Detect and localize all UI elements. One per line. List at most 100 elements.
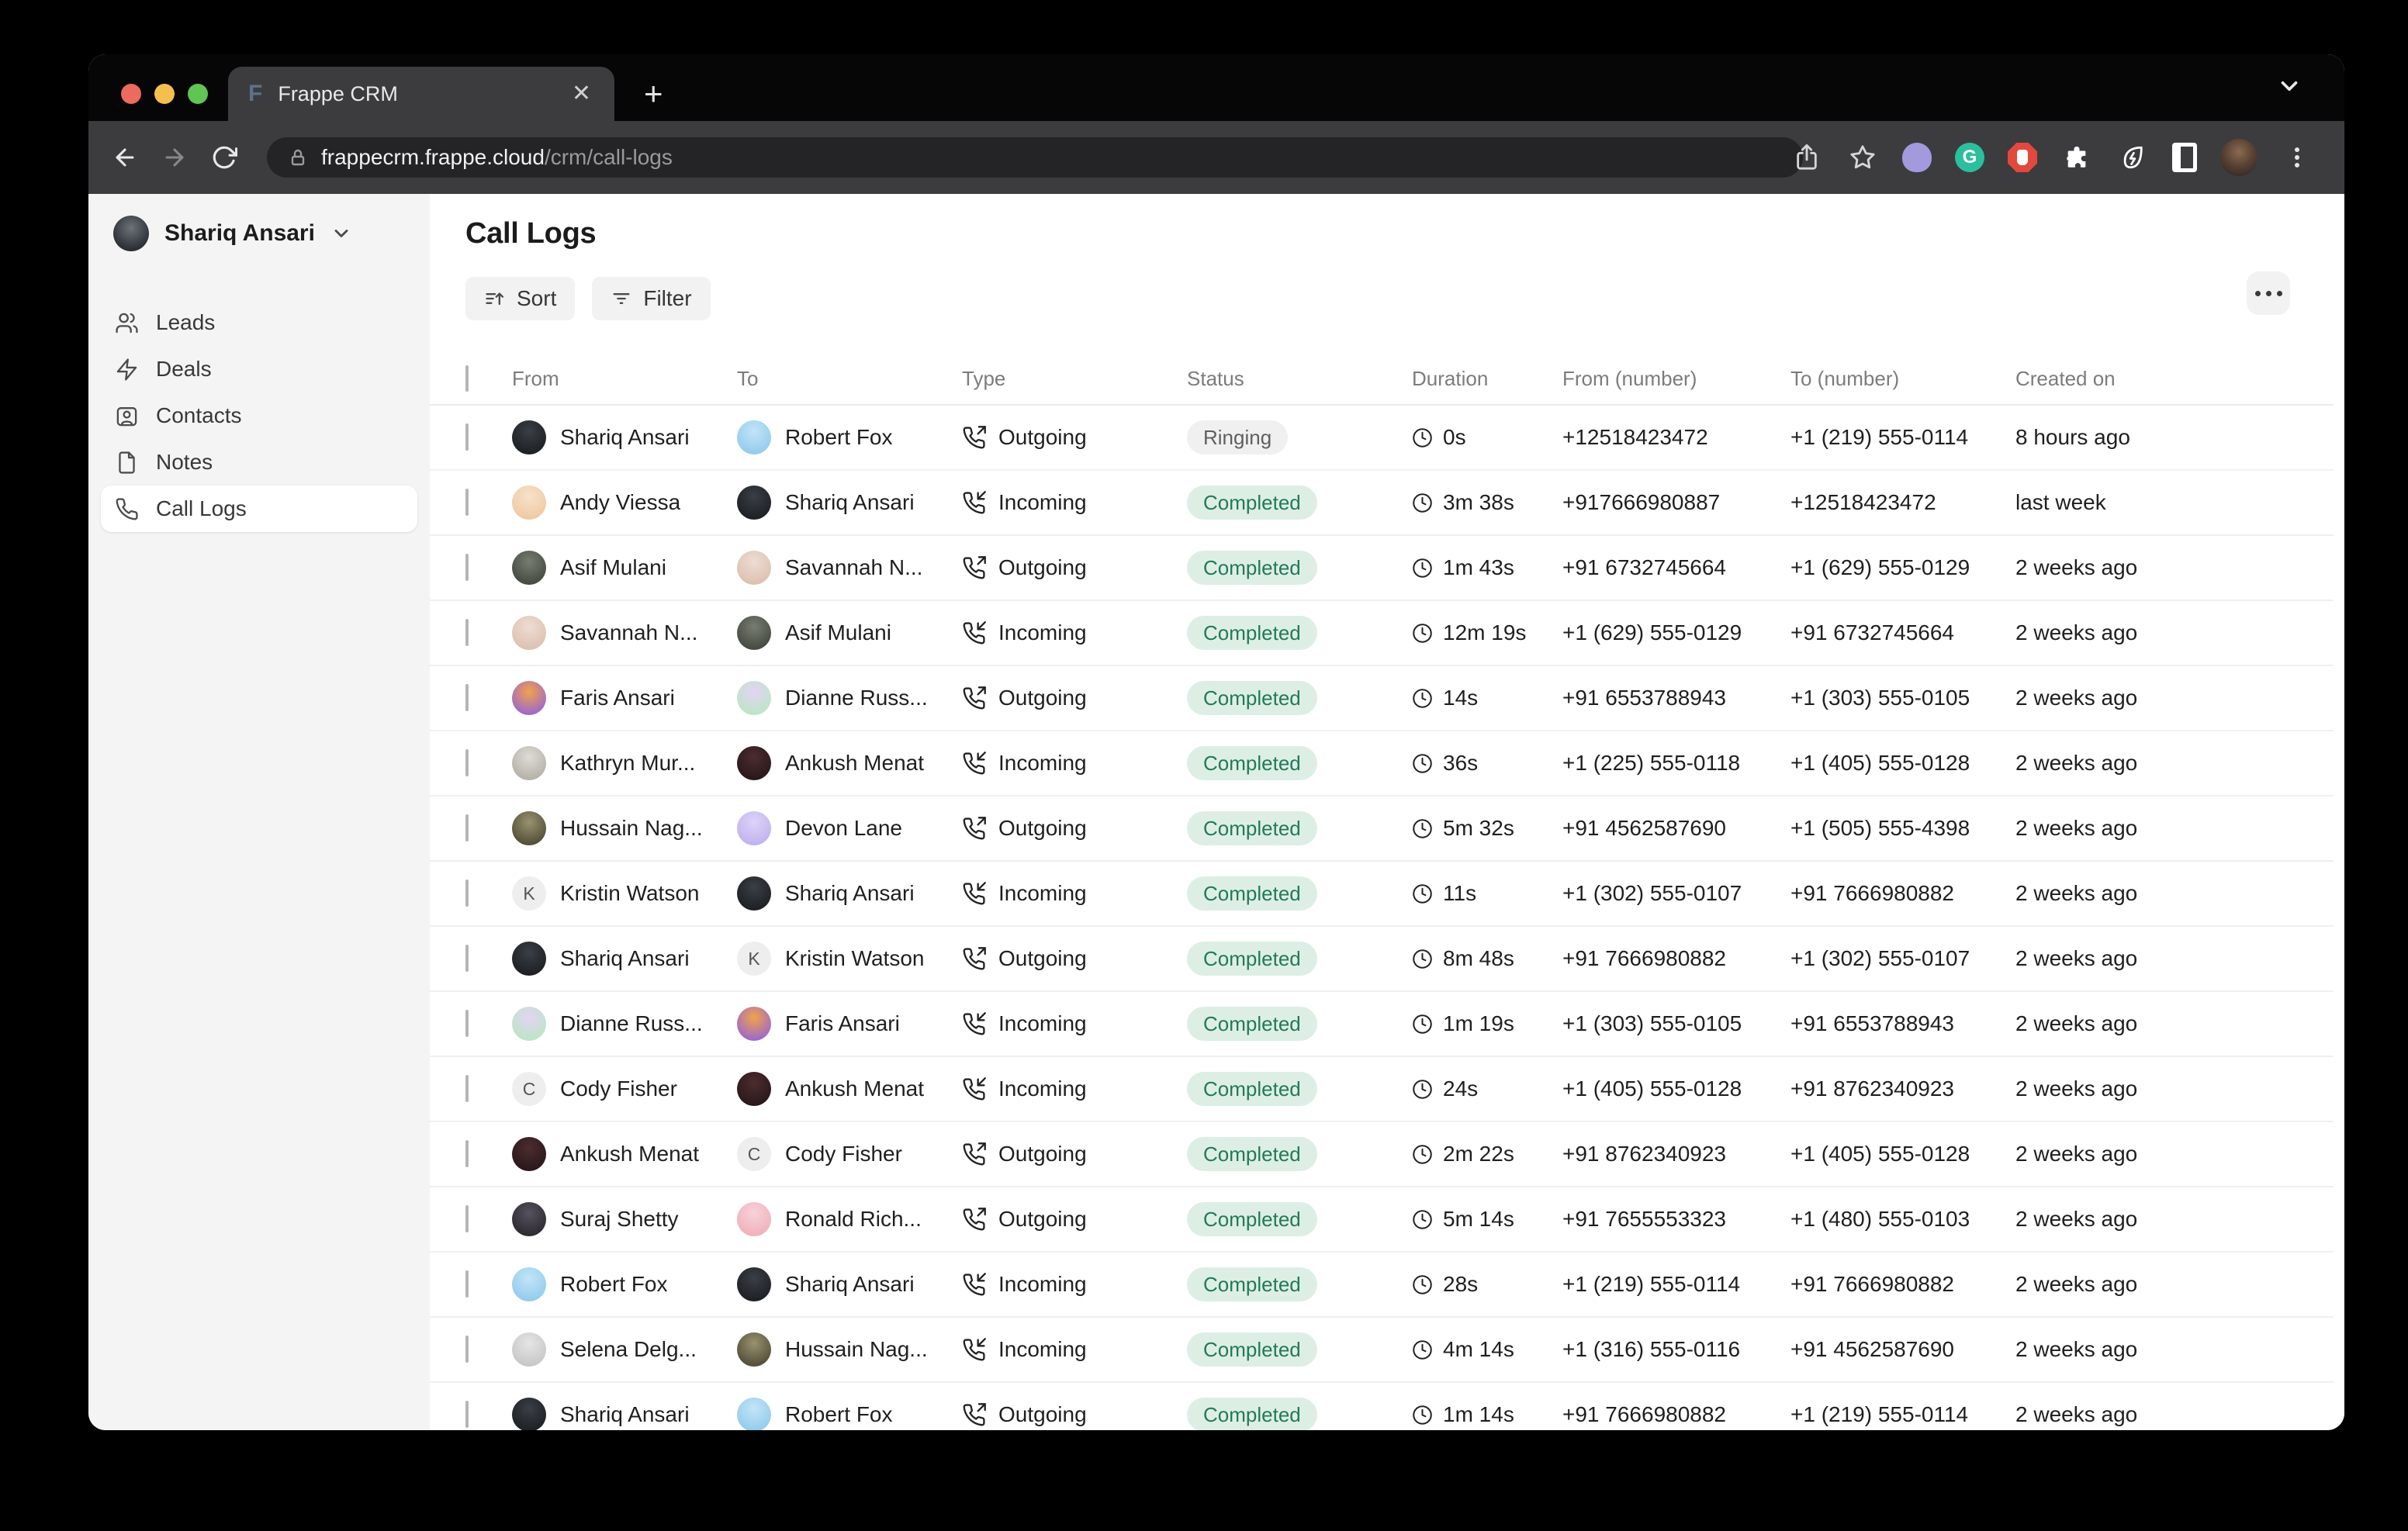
sidebar-item-notes[interactable]: Notes bbox=[101, 439, 417, 486]
sort-button[interactable]: Sort bbox=[465, 277, 575, 320]
created-on: 2 weeks ago bbox=[2015, 1272, 2334, 1297]
chevron-down-icon[interactable] bbox=[2276, 73, 2302, 103]
type-cell: Outgoing bbox=[962, 686, 1187, 710]
from-number: +1 (302) 555-0107 bbox=[1562, 881, 1790, 906]
close-window-button[interactable] bbox=[121, 84, 141, 104]
table-row[interactable]: Shariq AnsariKKristin WatsonOutgoingComp… bbox=[430, 927, 2334, 992]
more-options-button[interactable] bbox=[2247, 271, 2290, 315]
status-badge: Completed bbox=[1187, 551, 1317, 585]
from-cell: Shariq Ansari bbox=[512, 420, 737, 454]
status-badge: Completed bbox=[1187, 681, 1317, 715]
sidebar-item-deals[interactable]: Deals bbox=[101, 346, 417, 392]
clock-icon bbox=[1412, 427, 1433, 448]
to-name: Robert Fox bbox=[785, 425, 893, 450]
reader-mode-icon[interactable] bbox=[2172, 143, 2197, 172]
from-name: Cody Fisher bbox=[560, 1077, 677, 1101]
filter-button[interactable]: Filter bbox=[592, 277, 710, 320]
table-row[interactable]: KKristin WatsonShariq AnsariIncomingComp… bbox=[430, 862, 2334, 927]
sidebar-item-leads[interactable]: Leads bbox=[101, 299, 417, 346]
kebab-menu-icon[interactable] bbox=[2281, 141, 2313, 174]
new-tab-button[interactable]: + bbox=[644, 78, 663, 110]
duration-cell: 24s bbox=[1412, 1077, 1562, 1101]
column-header-from[interactable]: From bbox=[512, 367, 737, 391]
column-header-created-on[interactable]: Created on bbox=[2015, 367, 2334, 391]
table-row[interactable]: Robert FoxShariq AnsariIncomingCompleted… bbox=[430, 1253, 2334, 1318]
select-all-checkbox[interactable] bbox=[465, 365, 469, 392]
sidebar-item-call-logs[interactable]: Call Logs bbox=[101, 486, 417, 532]
row-checkbox[interactable] bbox=[465, 1140, 469, 1167]
table-row[interactable]: Selena Delg...Hussain Nag...IncomingComp… bbox=[430, 1318, 2334, 1383]
column-header-status[interactable]: Status bbox=[1187, 367, 1412, 391]
table-row[interactable]: Suraj ShettyRonald Rich...OutgoingComple… bbox=[430, 1187, 2334, 1253]
column-header-to[interactable]: To bbox=[737, 367, 962, 391]
puzzle-extensions-icon[interactable] bbox=[2060, 141, 2093, 174]
row-select-cell bbox=[465, 425, 512, 450]
from-name: Hussain Nag... bbox=[560, 816, 703, 841]
row-checkbox[interactable] bbox=[465, 1010, 469, 1037]
table-row[interactable]: Savannah N...Asif MulaniIncomingComplete… bbox=[430, 601, 2334, 666]
github-extension-icon[interactable] bbox=[1902, 143, 1932, 172]
tab-close-icon[interactable]: ✕ bbox=[569, 79, 594, 109]
row-checkbox[interactable] bbox=[465, 489, 469, 516]
table-row[interactable]: Faris AnsariDianne Russ...OutgoingComple… bbox=[430, 666, 2334, 731]
column-header-from-number[interactable]: From (number) bbox=[1562, 367, 1790, 391]
browser-tab[interactable]: F Frappe CRM ✕ bbox=[228, 67, 614, 121]
row-checkbox[interactable] bbox=[465, 1205, 469, 1232]
grammarly-extension-icon[interactable]: G bbox=[1955, 143, 1984, 172]
from-number: +91 4562587690 bbox=[1562, 816, 1790, 841]
row-select-cell bbox=[465, 946, 512, 971]
type-label: Outgoing bbox=[998, 555, 1087, 580]
table-row[interactable]: Shariq AnsariRobert FoxOutgoingCompleted… bbox=[430, 1383, 2334, 1430]
from-number: +1 (405) 555-0128 bbox=[1562, 1077, 1790, 1101]
table-row[interactable]: Ankush MenatCCody FisherOutgoingComplete… bbox=[430, 1122, 2334, 1187]
column-header-duration[interactable]: Duration bbox=[1412, 367, 1562, 391]
row-checkbox[interactable] bbox=[465, 814, 469, 842]
row-checkbox[interactable] bbox=[465, 880, 469, 907]
leaf-extension-icon[interactable] bbox=[2116, 141, 2149, 174]
row-checkbox[interactable] bbox=[465, 1270, 469, 1298]
column-header-type[interactable]: Type bbox=[962, 367, 1187, 391]
profile-avatar[interactable] bbox=[2220, 139, 2258, 176]
row-checkbox[interactable] bbox=[465, 619, 469, 646]
back-icon[interactable] bbox=[107, 140, 143, 175]
row-checkbox[interactable] bbox=[465, 423, 469, 451]
to-cell: Devon Lane bbox=[737, 811, 962, 845]
table-row[interactable]: CCody FisherAnkush MenatIncomingComplete… bbox=[430, 1057, 2334, 1122]
type-label: Incoming bbox=[998, 1272, 1087, 1297]
duration-cell: 28s bbox=[1412, 1272, 1562, 1297]
table-row[interactable]: Hussain Nag...Devon LaneOutgoingComplete… bbox=[430, 797, 2334, 862]
column-header-to-number[interactable]: To (number) bbox=[1790, 367, 2015, 391]
row-checkbox[interactable] bbox=[465, 749, 469, 776]
from-cell: Shariq Ansari bbox=[512, 1398, 737, 1430]
zoom-window-button[interactable] bbox=[188, 84, 208, 104]
row-checkbox[interactable] bbox=[465, 945, 469, 972]
sidebar-item-contacts[interactable]: Contacts bbox=[101, 392, 417, 439]
share-icon[interactable] bbox=[1790, 141, 1823, 174]
adblock-extension-icon[interactable] bbox=[2008, 143, 2037, 172]
table-row[interactable]: Asif MulaniSavannah N...OutgoingComplete… bbox=[430, 536, 2334, 601]
row-checkbox[interactable] bbox=[465, 684, 469, 711]
user-menu[interactable]: Shariq Ansari bbox=[101, 216, 417, 251]
row-checkbox[interactable] bbox=[465, 1401, 469, 1428]
row-checkbox[interactable] bbox=[465, 1336, 469, 1363]
star-icon[interactable] bbox=[1846, 141, 1879, 174]
url-bar[interactable]: frappecrm.frappe.cloud/crm/call-logs bbox=[267, 137, 1803, 178]
from-cell: Faris Ansari bbox=[512, 681, 737, 715]
forward-icon[interactable] bbox=[157, 140, 192, 175]
table-row[interactable]: Shariq AnsariRobert FoxOutgoingRinging0s… bbox=[430, 406, 2334, 471]
reload-icon[interactable] bbox=[206, 140, 242, 175]
status-badge: Completed bbox=[1187, 616, 1317, 650]
status-badge: Completed bbox=[1187, 746, 1317, 780]
row-checkbox[interactable] bbox=[465, 554, 469, 581]
tab-title: Frappe CRM bbox=[278, 82, 569, 106]
avatar: K bbox=[512, 876, 546, 911]
clock-icon bbox=[1412, 1339, 1433, 1360]
table-row[interactable]: Dianne Russ...Faris AnsariIncomingComple… bbox=[430, 992, 2334, 1057]
row-checkbox[interactable] bbox=[465, 1075, 469, 1102]
duration-value: 0s bbox=[1443, 425, 1466, 450]
minimize-window-button[interactable] bbox=[154, 84, 175, 104]
table-row[interactable]: Andy ViessaShariq AnsariIncomingComplete… bbox=[430, 471, 2334, 536]
from-name: Ankush Menat bbox=[560, 1142, 699, 1166]
table-row[interactable]: Kathryn Mur...Ankush MenatIncomingComple… bbox=[430, 731, 2334, 797]
status-cell: Ringing bbox=[1187, 420, 1412, 454]
